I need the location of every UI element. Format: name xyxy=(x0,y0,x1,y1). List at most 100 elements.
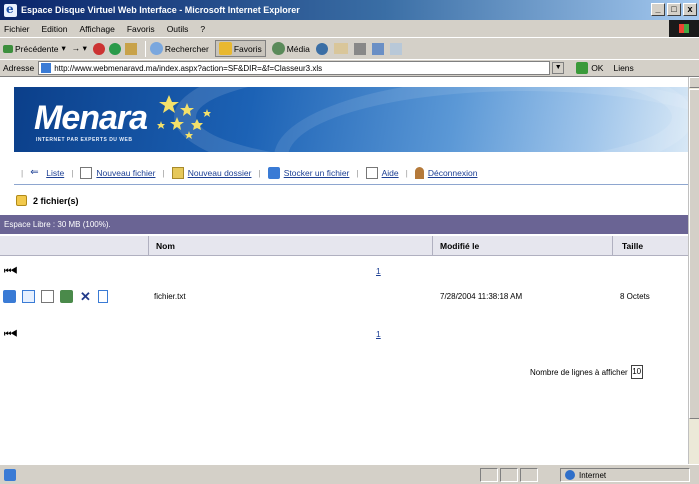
nav-help-link[interactable]: Aide xyxy=(382,168,399,178)
page-status-icon xyxy=(4,468,16,481)
scroll-thumb[interactable] xyxy=(689,89,699,419)
column-header-modified[interactable]: Modifié le xyxy=(440,241,479,251)
table-row[interactable]: ✕ fichier.txt 7/28/2004 11:38:18 AM 8 Oc… xyxy=(0,287,688,309)
edit-icon[interactable] xyxy=(41,290,54,303)
search-button[interactable]: Rechercher xyxy=(149,42,209,55)
links-button[interactable]: Liens xyxy=(613,63,633,73)
menu-fichier[interactable]: Fichier xyxy=(4,24,30,34)
favorites-label: Favoris xyxy=(233,43,262,54)
first-page-button[interactable]: ⏮◀ xyxy=(4,266,17,276)
nav-upload[interactable]: Stocker un fichier xyxy=(267,167,350,179)
column-header-size[interactable]: Taille xyxy=(622,241,643,251)
back-arrow-icon xyxy=(3,44,13,53)
menu-bar: Fichier Edition Affichage Favoris Outils… xyxy=(0,20,699,37)
nav-new-file-link[interactable]: Nouveau fichier xyxy=(96,168,155,178)
address-label: Adresse xyxy=(3,63,35,73)
vertical-scrollbar[interactable] xyxy=(688,77,699,464)
menara-logo: Menara xyxy=(34,99,148,137)
status-cell xyxy=(500,468,518,482)
status-cell xyxy=(480,468,498,482)
back-button[interactable]: Précédente ▾ xyxy=(3,43,66,54)
menu-edition[interactable]: Edition xyxy=(42,24,68,34)
move-icon[interactable] xyxy=(60,290,73,303)
menara-tagline: INTERNET PAR EXPERTS DU WEB xyxy=(36,137,133,143)
delete-icon[interactable]: ✕ xyxy=(79,290,92,303)
forward-button[interactable]: → ▾ xyxy=(72,43,87,54)
close-button[interactable]: x xyxy=(683,3,697,16)
nav-separator: | xyxy=(405,168,408,178)
toolbar-separator xyxy=(144,40,146,57)
free-space-bar: Espace Libre : 30 MB (100%). xyxy=(0,215,688,234)
status-cells xyxy=(480,468,538,482)
column-header-name[interactable]: Nom xyxy=(156,241,175,251)
column-divider xyxy=(432,236,433,256)
stop-icon[interactable] xyxy=(92,42,105,55)
menu-favoris[interactable]: Favoris xyxy=(127,24,155,34)
menu-help[interactable]: ? xyxy=(200,24,205,34)
nav-logout[interactable]: Déconnexion xyxy=(414,167,478,179)
nav-divider xyxy=(14,184,688,185)
banner: Menara INTERNET PAR EXPERTS DU WEB xyxy=(14,87,688,152)
mail-icon[interactable] xyxy=(333,43,348,54)
nav-separator: | xyxy=(258,168,261,178)
nav-separator: | xyxy=(162,168,165,178)
home-icon[interactable] xyxy=(124,42,137,55)
address-dropdown-button[interactable]: ▼ xyxy=(552,62,565,74)
edit-icon[interactable] xyxy=(371,42,384,55)
nav-new-folder-link[interactable]: Nouveau dossier xyxy=(188,168,252,178)
download-icon[interactable] xyxy=(3,290,16,303)
nav-bar: | ⇐ Liste | Nouveau fichier | Nouveau do… xyxy=(14,164,688,182)
address-input[interactable]: http://www.webmenaravd.ma/index.aspx?act… xyxy=(38,61,551,75)
windows-logo-icon xyxy=(669,20,699,37)
minimize-button[interactable]: _ xyxy=(651,3,665,16)
window-title: Espace Disque Virtuel Web Interface - Mi… xyxy=(21,5,300,15)
search-icon xyxy=(149,42,163,55)
favorites-button[interactable]: Favoris xyxy=(214,40,266,57)
help-icon xyxy=(365,167,378,179)
status-cell xyxy=(520,468,538,482)
back-label: Précédente xyxy=(15,43,59,54)
pager-bottom: ⏮◀ 1 xyxy=(0,327,688,343)
file-type-icon xyxy=(98,290,108,303)
zone-label: Internet xyxy=(579,470,607,480)
pager-top: ⏮◀ 1 xyxy=(0,264,688,280)
window-title-bar: Espace Disque Virtuel Web Interface - Mi… xyxy=(0,0,699,20)
history-icon[interactable] xyxy=(315,42,328,55)
file-name[interactable]: fichier.txt xyxy=(154,292,186,301)
maximize-button[interactable]: □ xyxy=(667,3,681,16)
first-page-button[interactable]: ⏮◀ xyxy=(4,329,17,339)
discuss-icon[interactable] xyxy=(389,42,402,55)
lines-per-page-input[interactable]: 10 xyxy=(630,365,643,379)
nav-help[interactable]: Aide xyxy=(365,167,399,179)
nav-liste-link[interactable]: Liste xyxy=(46,168,64,178)
ie-icon xyxy=(4,2,17,17)
media-button[interactable]: Média xyxy=(271,42,310,55)
page-number-link[interactable]: 1 xyxy=(376,329,381,339)
nav-liste[interactable]: ⇐ Liste xyxy=(30,167,64,179)
go-label: OK xyxy=(591,63,604,73)
menu-affichage[interactable]: Affichage xyxy=(80,24,115,34)
page-number-link[interactable]: 1 xyxy=(376,266,381,276)
file-size: 8 Octets xyxy=(620,292,650,301)
file-count: 2 fichier(s) xyxy=(16,195,79,206)
nav-upload-link[interactable]: Stocker un fichier xyxy=(284,168,350,178)
browser-toolbar: Précédente ▾ → ▾ Rechercher Favoris Médi… xyxy=(0,37,699,59)
nav-new-file[interactable]: Nouveau fichier xyxy=(80,167,155,179)
nav-logout-link[interactable]: Déconnexion xyxy=(428,168,478,178)
nav-new-folder[interactable]: Nouveau dossier xyxy=(171,167,252,179)
lines-per-page-label: Nombre de lignes à afficher xyxy=(530,367,628,377)
file-modified: 7/28/2004 11:38:18 AM xyxy=(440,292,523,301)
logout-icon xyxy=(414,167,424,179)
menu-outils[interactable]: Outils xyxy=(167,24,189,34)
print-icon[interactable] xyxy=(353,42,366,55)
column-divider xyxy=(612,236,613,256)
scroll-up-button[interactable] xyxy=(689,77,699,88)
view-icon[interactable] xyxy=(22,290,35,303)
go-button[interactable]: OK xyxy=(576,62,603,74)
folder-icon xyxy=(16,195,27,206)
media-icon xyxy=(271,42,285,55)
go-arrow-icon xyxy=(576,62,589,74)
page-icon xyxy=(41,63,52,73)
new-file-icon xyxy=(80,167,93,179)
refresh-icon[interactable] xyxy=(108,42,121,55)
